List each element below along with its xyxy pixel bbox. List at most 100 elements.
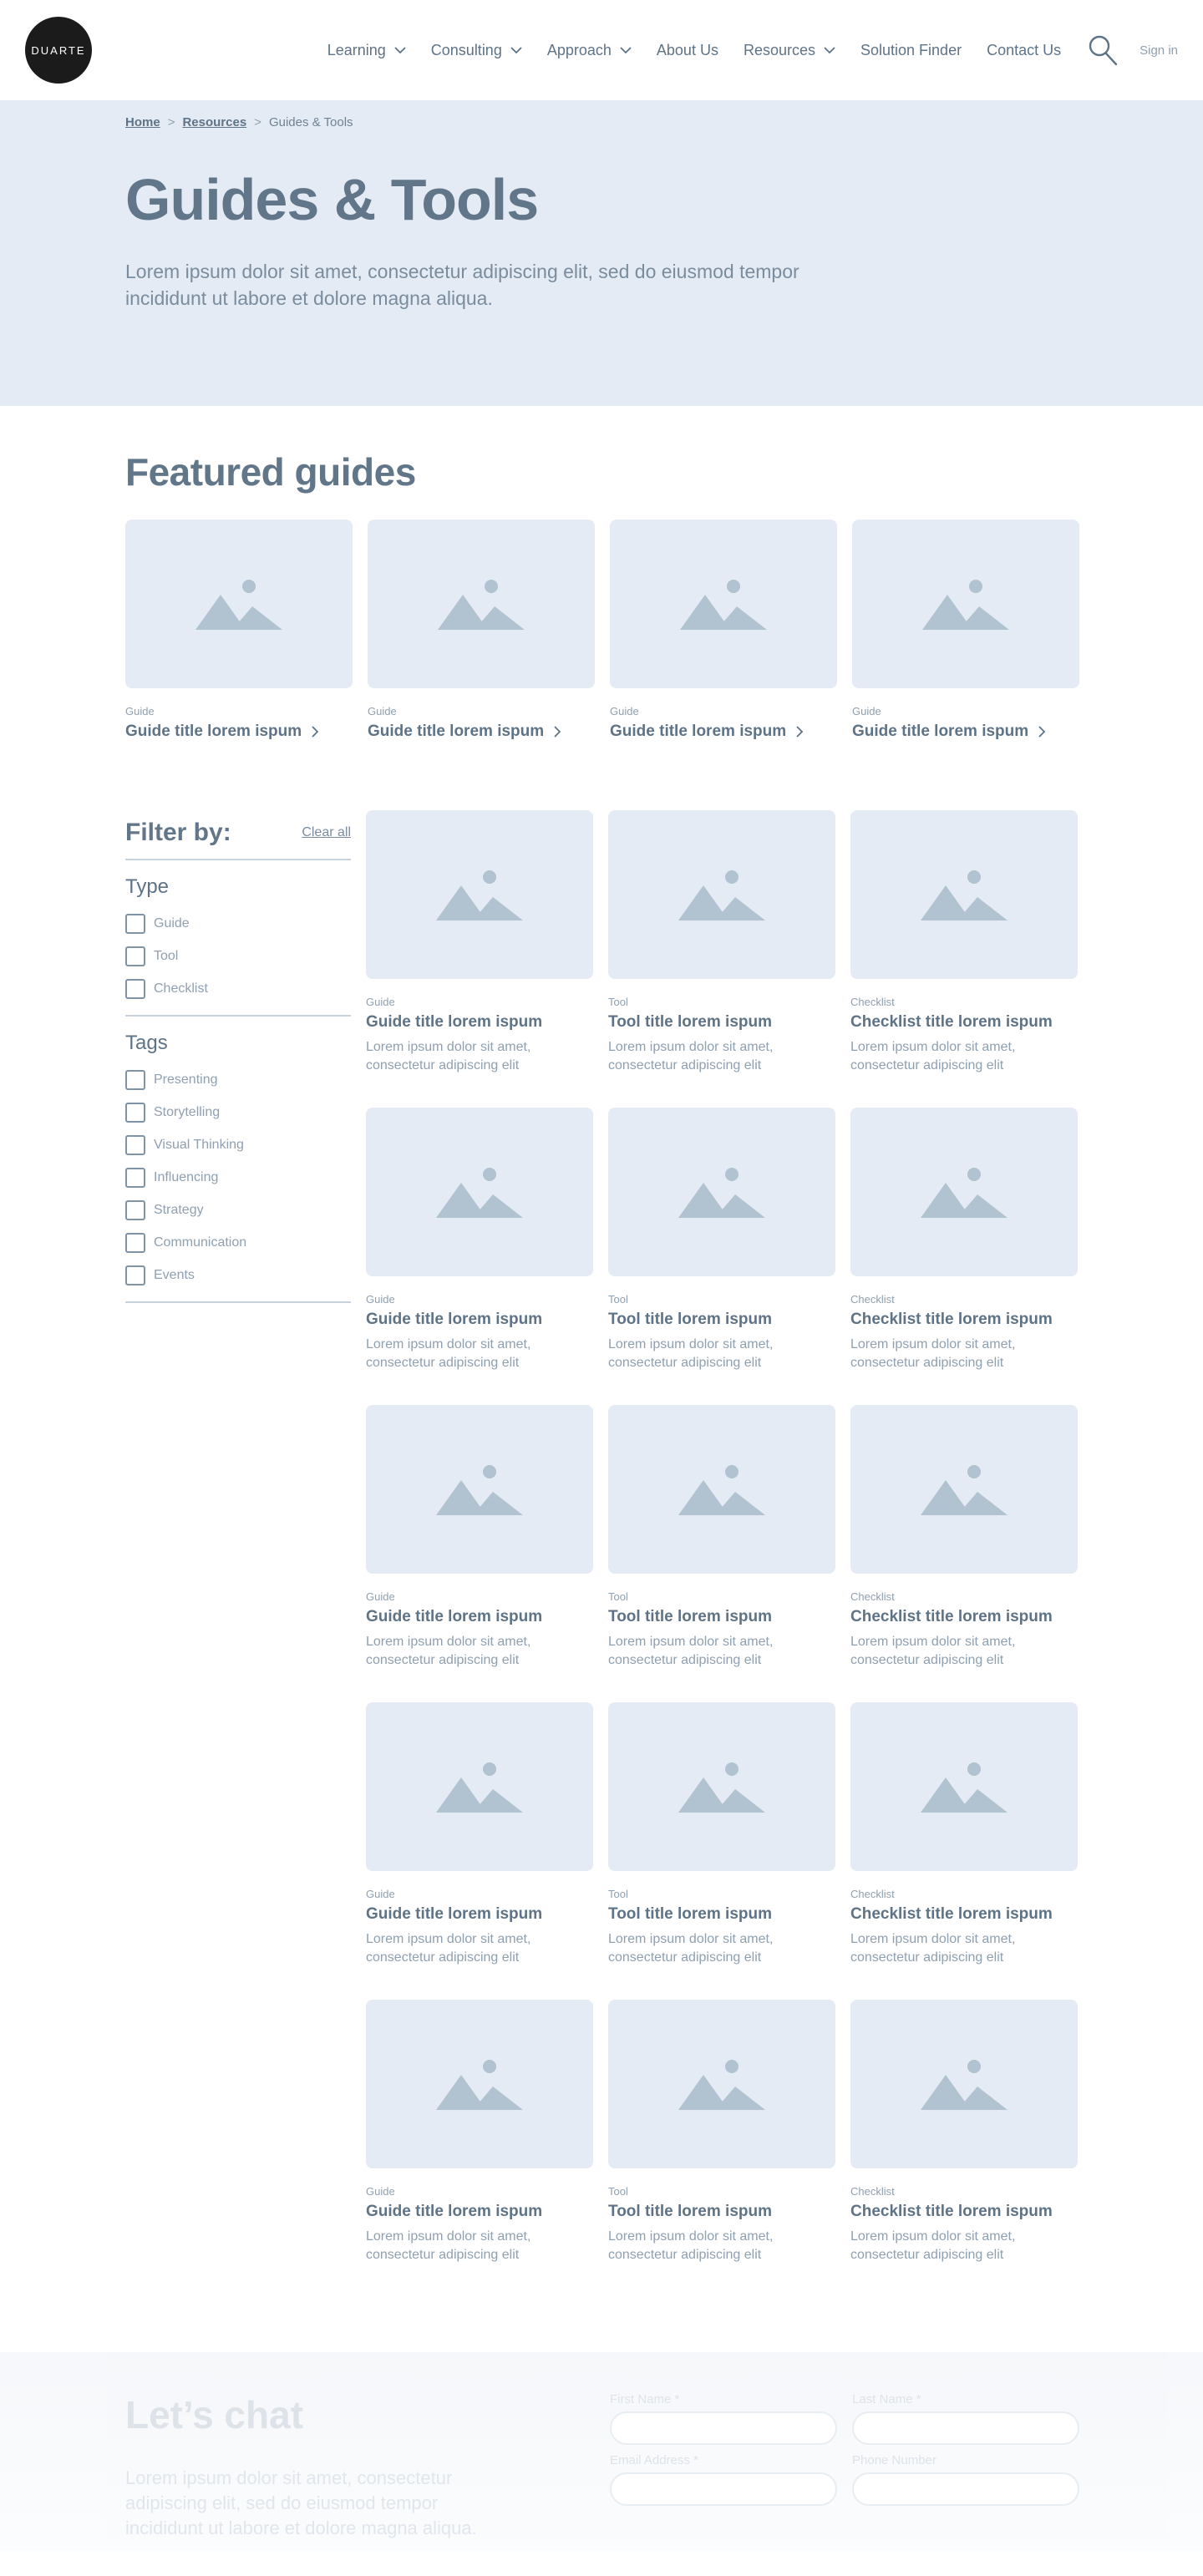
- featured-card[interactable]: Guide Guide title lorem ispum: [368, 520, 595, 741]
- card-type: Guide: [366, 2185, 395, 2198]
- resource-card[interactable]: Guide Guide title lorem ispum Lorem ipsum …: [366, 1702, 593, 2000]
- resource-card[interactable]: Tool Tool title lorem ispum Lorem ipsum do…: [608, 810, 835, 1108]
- filter-checkbox[interactable]: [125, 946, 145, 966]
- resource-card[interactable]: Checklist Checklist title lorem ispum Lore…: [850, 1108, 1078, 1405]
- filter-option-influencing[interactable]: Influencing: [125, 1161, 351, 1194]
- filter-option-strategy[interactable]: Strategy: [125, 1194, 351, 1226]
- card-title[interactable]: Guide title lorem ispum: [366, 1311, 593, 1329]
- card-thumbnail: [850, 2000, 1078, 2168]
- resource-card[interactable]: Tool Tool title lorem ispum Lorem ipsum do…: [608, 1108, 835, 1405]
- card-title[interactable]: Tool title lorem ispum: [608, 1608, 835, 1626]
- card-title[interactable]: Checklist title lorem ispum: [850, 1013, 1078, 1032]
- image-placeholder-icon: [436, 870, 523, 920]
- filter-checkbox[interactable]: [125, 1199, 145, 1220]
- filter-option-checklist[interactable]: Checklist: [125, 972, 351, 1005]
- card-title[interactable]: Tool title lorem ispum: [608, 1013, 835, 1032]
- image-placeholder-icon: [436, 1762, 523, 1813]
- resource-card[interactable]: Tool Tool title lorem ispum Lorem ipsum do…: [608, 1702, 835, 2000]
- filter-checkbox[interactable]: [125, 1134, 145, 1155]
- logo[interactable]: DUARTE: [25, 17, 92, 84]
- card-description: Lorem ipsum dolor sit amet, consectetur …: [366, 1635, 531, 1667]
- last-name-input[interactable]: [852, 2411, 1079, 2445]
- card-title[interactable]: Guide title lorem ispum: [366, 1608, 593, 1626]
- card-thumbnail: [608, 1108, 835, 1276]
- card-title[interactable]: Tool title lorem ispum: [608, 1905, 835, 1924]
- breadcrumb-home[interactable]: Home: [125, 115, 160, 129]
- card-title[interactable]: Tool title lorem ispum: [608, 1311, 835, 1329]
- card-description: Lorem ipsum dolor sit amet, consectetur …: [366, 1040, 531, 1072]
- card-title-link[interactable]: Guide title lorem ispum: [368, 723, 595, 741]
- filter-option-tool[interactable]: Tool: [125, 940, 351, 972]
- filter-group-title: Tags: [125, 1032, 168, 1054]
- card-thumbnail: [366, 1405, 593, 1574]
- nav-item-contact-us[interactable]: Contact Us: [987, 42, 1061, 59]
- card-title[interactable]: Tool title lorem ispum: [608, 2203, 835, 2221]
- card-description: Lorem ipsum dolor sit amet, consectetur …: [366, 2229, 531, 2262]
- card-title[interactable]: Checklist title lorem ispum: [850, 1311, 1078, 1329]
- card-title-link[interactable]: Guide title lorem ispum: [610, 723, 837, 741]
- card-title: Guide title lorem ispum: [610, 723, 787, 740]
- card-title[interactable]: Guide title lorem ispum: [366, 1905, 593, 1924]
- email-field: Email Address *: [610, 2453, 837, 2506]
- filter-option-guide[interactable]: Guide: [125, 907, 351, 940]
- resource-card[interactable]: Checklist Checklist title lorem ispum Lore…: [850, 1405, 1078, 1702]
- filter-checkbox[interactable]: [125, 913, 145, 934]
- resource-card[interactable]: Checklist Checklist title lorem ispum Lore…: [850, 810, 1078, 1108]
- filter-checkbox[interactable]: [125, 1265, 145, 1285]
- resource-card[interactable]: Tool Tool title lorem ispum Lorem ipsum do…: [608, 2000, 835, 2297]
- nav-label: Approach: [546, 41, 612, 58]
- filter-checkbox[interactable]: [125, 978, 145, 999]
- filter-checkbox[interactable]: [125, 1167, 145, 1188]
- card-thumbnail: [608, 2000, 835, 2168]
- sign-in-link[interactable]: Sign in: [1140, 43, 1178, 58]
- filter-option-events[interactable]: Events: [125, 1259, 351, 1291]
- nav-item-learning[interactable]: Learning: [327, 42, 406, 59]
- nav-item-solution-finder[interactable]: Solution Finder: [860, 42, 962, 59]
- nav-item-about-us[interactable]: About Us: [657, 42, 718, 59]
- filter-option-communication[interactable]: Communication: [125, 1226, 351, 1259]
- card-title[interactable]: Checklist title lorem ispum: [850, 1608, 1078, 1626]
- card-type: Guide: [852, 705, 881, 718]
- nav-item-consulting[interactable]: Consulting: [431, 42, 522, 59]
- card-title[interactable]: Guide title lorem ispum: [366, 2203, 593, 2221]
- resource-card[interactable]: Guide Guide title lorem ispum Lorem ipsum …: [366, 1108, 593, 1405]
- card-title[interactable]: Checklist title lorem ispum: [850, 1905, 1078, 1924]
- filter-checkbox[interactable]: [125, 1069, 145, 1090]
- field-label: Last Name *: [852, 2392, 921, 2406]
- filter-checkbox[interactable]: [125, 1102, 145, 1123]
- filter-panel: Filter by: Clear all Type Guide Tool Check…: [125, 810, 351, 2352]
- nav-item-approach[interactable]: Approach: [547, 42, 632, 59]
- nav-label: Resources: [743, 41, 815, 58]
- resource-card[interactable]: Tool Tool title lorem ispum Lorem ipsum do…: [608, 1405, 835, 1702]
- filter-title: Filter by:: [125, 819, 231, 846]
- resource-card[interactable]: Guide Guide title lorem ispum Lorem ipsum …: [366, 2000, 593, 2297]
- nav-item-resources[interactable]: Resources: [744, 42, 835, 59]
- email-input[interactable]: [610, 2472, 837, 2506]
- featured-card[interactable]: Guide Guide title lorem ispum: [852, 520, 1079, 741]
- phone-input[interactable]: [852, 2472, 1079, 2506]
- breadcrumb-resources[interactable]: Resources: [182, 115, 246, 129]
- card-title-link[interactable]: Guide title lorem ispum: [852, 723, 1079, 741]
- image-placeholder-icon: [195, 580, 282, 630]
- filter-option-storytelling[interactable]: Storytelling: [125, 1096, 351, 1128]
- search-icon[interactable]: [1088, 34, 1118, 66]
- filter-option-visual-thinking[interactable]: Visual Thinking: [125, 1128, 351, 1161]
- card-title[interactable]: Guide title lorem ispum: [366, 1013, 593, 1032]
- clear-all-link[interactable]: Clear all: [302, 825, 351, 840]
- first-name-input[interactable]: [610, 2411, 837, 2445]
- filter-header: Filter by: Clear all: [125, 810, 351, 860]
- filter-option-label: Strategy: [154, 1202, 204, 1217]
- resource-card[interactable]: Guide Guide title lorem ispum Lorem ipsum …: [366, 1405, 593, 1702]
- card-title-link[interactable]: Guide title lorem ispum: [125, 723, 353, 741]
- filter-option-label: Communication: [154, 1235, 247, 1250]
- resource-card[interactable]: Guide Guide title lorem ispum Lorem ipsum …: [366, 810, 593, 1108]
- featured-card[interactable]: Guide Guide title lorem ispum: [610, 520, 837, 741]
- card-type: Guide: [125, 705, 155, 718]
- filter-option-presenting[interactable]: Presenting: [125, 1063, 351, 1096]
- resource-card[interactable]: Checklist Checklist title lorem ispum Lore…: [850, 2000, 1078, 2297]
- filter-checkbox[interactable]: [125, 1232, 145, 1253]
- featured-card[interactable]: Guide Guide title lorem ispum: [125, 520, 353, 741]
- resource-card[interactable]: Checklist Checklist title lorem ispum Lore…: [850, 1702, 1078, 2000]
- card-title[interactable]: Checklist title lorem ispum: [850, 2203, 1078, 2221]
- card-thumbnail: [125, 520, 353, 688]
